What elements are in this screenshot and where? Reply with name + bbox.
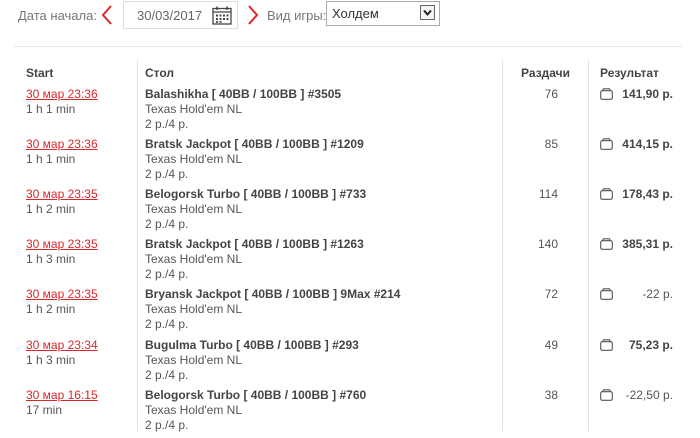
duration: 1 h 1 min <box>26 152 76 166</box>
game-type: Texas Hold'em NL <box>145 202 242 216</box>
buy-in: 2 р./4 р. <box>145 217 189 231</box>
result-amount: 75,23 р. <box>628 338 673 352</box>
hands-count: 38 <box>544 388 558 402</box>
duration: 17 min <box>26 403 63 417</box>
start-time-link[interactable]: 30 мар 23:35 <box>26 187 98 201</box>
table-name: Belogorsk Turbo [ 40BB / 100BB ] #760 <box>145 388 367 402</box>
header-start[interactable]: Start <box>26 66 53 80</box>
duration: 1 h 2 min <box>26 302 76 316</box>
result-amount: -22,50 р. <box>625 388 673 402</box>
hands-count: 76 <box>544 87 558 101</box>
table-name: Balashikha [ 40BB / 100BB ] #3505 <box>145 87 342 101</box>
table-row: 30 мар 23:35 1 h 3 min Bratsk Jackpot [ 40… <box>0 237 700 287</box>
buy-in: 2 р./4 р. <box>145 368 189 382</box>
hands-count: 140 <box>537 237 558 251</box>
dropdown-button[interactable] <box>420 5 435 20</box>
header-hands[interactable]: Раздачи <box>503 66 570 80</box>
chevron-right-icon[interactable] <box>245 4 261 26</box>
duration: 1 h 1 min <box>26 102 76 116</box>
start-time-link[interactable]: 30 мар 16:15 <box>26 388 98 402</box>
table-name: Bugulma Turbo [ 40BB / 100BB ] #293 <box>145 338 359 352</box>
filter-divider <box>14 46 682 47</box>
start-time-link[interactable]: 30 мар 23:36 <box>26 137 98 151</box>
table-name: Bratsk Jackpot [ 40BB / 100BB ] #1209 <box>145 137 364 151</box>
wallet-icon <box>600 339 613 351</box>
game-type: Texas Hold'em NL <box>145 302 242 316</box>
hands-count: 85 <box>544 137 558 151</box>
header-result[interactable]: Результат <box>600 66 659 80</box>
start-time-link[interactable]: 30 мар 23:36 <box>26 87 98 101</box>
header-table[interactable]: Стол <box>145 66 174 80</box>
game-type: Texas Hold'em NL <box>145 353 242 367</box>
buy-in: 2 р./4 р. <box>145 418 189 432</box>
date-field[interactable]: 30/03/2017 <box>123 1 238 29</box>
table-row: 30 мар 23:36 1 h 1 min Balashikha [ 40BB /… <box>0 87 700 137</box>
table-row: 30 мар 23:34 1 h 3 min Bugulma Turbo [ 40B… <box>0 338 700 388</box>
chevron-down-icon <box>423 9 432 17</box>
result-amount: 414,15 р. <box>622 137 673 151</box>
wallet-icon <box>600 188 613 200</box>
start-time-link[interactable]: 30 мар 23:35 <box>26 237 98 251</box>
game-type-value: Холдем <box>332 6 379 21</box>
hands-count: 49 <box>544 338 558 352</box>
calendar-icon[interactable] <box>212 6 232 25</box>
table-name: Belogorsk Turbo [ 40BB / 100BB ] #733 <box>145 187 367 201</box>
game-type: Texas Hold'em NL <box>145 403 242 417</box>
table-name: Bryansk Jackpot [ 40BB / 100BB ] 9Max #2… <box>145 287 401 301</box>
result-amount: -22 р. <box>642 287 673 301</box>
result-amount: 141,90 р. <box>622 87 673 101</box>
game-type: Texas Hold'em NL <box>145 252 242 266</box>
table-row: 30 мар 23:35 1 h 2 min Bryansk Jackpot [ 4… <box>0 287 700 337</box>
buy-in: 2 р./4 р. <box>145 167 189 181</box>
start-time-link[interactable]: 30 мар 23:35 <box>26 287 98 301</box>
buy-in: 2 р./4 р. <box>145 117 189 131</box>
game-type: Texas Hold'em NL <box>145 102 242 116</box>
filter-bar: Дата начала: 30/03/2017 Вид игры: Холдем <box>0 0 700 32</box>
chevron-left-icon[interactable] <box>99 4 115 26</box>
duration: 1 h 3 min <box>26 353 76 367</box>
table-row: 30 мар 23:36 1 h 1 min Bratsk Jackpot [ 40… <box>0 137 700 187</box>
game-type-select[interactable]: Холдем <box>326 1 440 26</box>
hands-count: 114 <box>538 187 558 201</box>
date-value: 30/03/2017 <box>137 8 203 23</box>
game-type: Texas Hold'em NL <box>145 152 242 166</box>
hands-count: 72 <box>544 287 558 301</box>
result-amount: 385,31 р. <box>622 237 673 251</box>
start-time-link[interactable]: 30 мар 23:34 <box>26 338 98 352</box>
game-type-label: Вид игры: <box>267 8 327 23</box>
wallet-icon <box>600 138 613 150</box>
duration: 1 h 2 min <box>26 202 76 216</box>
result-amount: 178,43 р. <box>622 187 673 201</box>
table-row: 30 мар 23:35 1 h 2 min Belogorsk Turbo [ 4… <box>0 187 700 237</box>
wallet-icon <box>600 88 613 100</box>
wallet-icon <box>600 288 613 300</box>
buy-in: 2 р./4 р. <box>145 317 189 331</box>
wallet-icon <box>600 389 613 401</box>
duration: 1 h 3 min <box>26 252 76 266</box>
buy-in: 2 р./4 р. <box>145 267 189 281</box>
table-name: Bratsk Jackpot [ 40BB / 100BB ] #1263 <box>145 237 364 251</box>
date-label: Дата начала: <box>18 8 97 23</box>
wallet-icon <box>600 238 613 250</box>
